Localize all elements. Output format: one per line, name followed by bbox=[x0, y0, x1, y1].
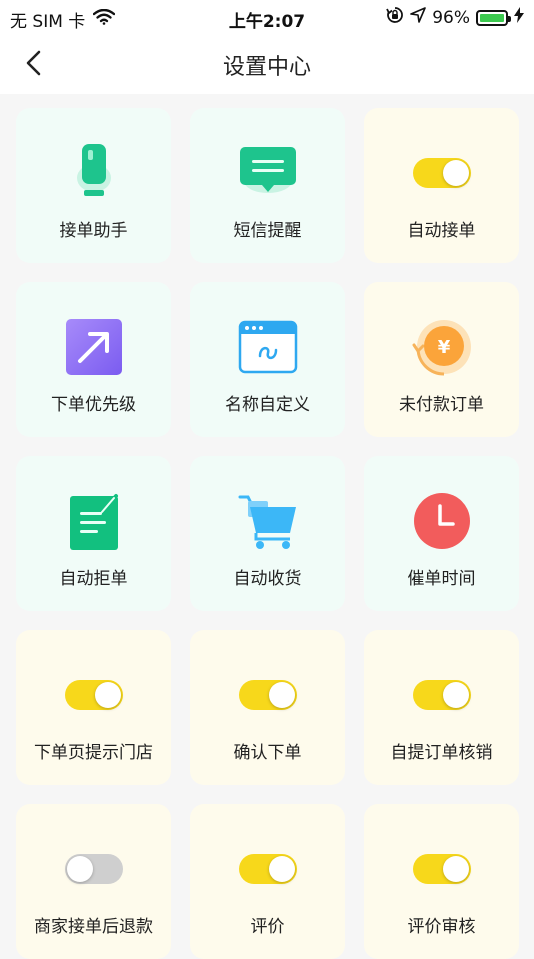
location-arrow-icon bbox=[410, 7, 427, 28]
card-label: 自动拒单 bbox=[59, 569, 128, 589]
charging-bolt-icon bbox=[514, 7, 524, 28]
settings-card-review[interactable]: 评价 bbox=[190, 804, 345, 959]
settings-card-order-priority[interactable]: 下单优先级 bbox=[16, 282, 171, 437]
settings-card-auto-reject[interactable]: 自动拒单 bbox=[16, 456, 171, 611]
card-label: 评价 bbox=[250, 917, 285, 937]
clock-icon bbox=[413, 493, 470, 549]
arrow-up-right-icon bbox=[65, 319, 122, 375]
confirm-order-toggle[interactable] bbox=[238, 680, 297, 710]
yuan-coin-icon: ¥ bbox=[412, 320, 471, 376]
settings-card-sms-reminder[interactable]: 短信提醒 bbox=[190, 108, 345, 263]
svg-text:¥: ¥ bbox=[437, 337, 450, 358]
card-label: 自动收货 bbox=[233, 569, 302, 589]
card-label: 下单页提示门店 bbox=[34, 743, 153, 763]
settings-card-show-store[interactable]: 下单页提示门店 bbox=[16, 630, 171, 785]
settings-card-custom-name[interactable]: 名称自定义 bbox=[190, 282, 345, 437]
browser-window-icon bbox=[238, 320, 297, 374]
card-label: 自动接单 bbox=[407, 221, 476, 241]
pickup-verify-toggle[interactable] bbox=[412, 680, 471, 710]
settings-card-auto-receive[interactable]: 自动收货 bbox=[190, 456, 345, 611]
refund-after-accept-toggle[interactable] bbox=[64, 854, 123, 884]
settings-card-review-audit[interactable]: 评价审核 bbox=[364, 804, 519, 959]
microphone-icon bbox=[76, 144, 111, 196]
show-store-toggle[interactable] bbox=[64, 680, 123, 710]
card-label: 确认下单 bbox=[233, 743, 302, 763]
settings-card-refund-after-accept[interactable]: 商家接单后退款 bbox=[16, 804, 171, 959]
card-label: 名称自定义 bbox=[225, 395, 310, 415]
review-toggle[interactable] bbox=[238, 854, 297, 884]
settings-card-unpaid-orders[interactable]: ¥ 未付款订单 bbox=[364, 282, 519, 437]
settings-card-pickup-verify[interactable]: 自提订单核销 bbox=[364, 630, 519, 785]
edit-document-icon bbox=[69, 494, 118, 550]
battery-icon bbox=[476, 9, 511, 26]
card-label: 短信提醒 bbox=[233, 221, 302, 241]
settings-card-reminder-time[interactable]: 催单时间 bbox=[364, 456, 519, 611]
settings-grid: 接单助手 短信提醒 自动接单 下单优先级 名称自定义 ¥ 未付款订单 自动拒单 … bbox=[16, 108, 520, 959]
card-label: 评价审核 bbox=[407, 917, 476, 937]
settings-card-order-assistant[interactable]: 接单助手 bbox=[16, 108, 171, 263]
nav-bar: 设置中心 bbox=[0, 34, 534, 94]
shopping-cart-icon bbox=[238, 495, 296, 549]
card-label: 未付款订单 bbox=[399, 395, 484, 415]
settings-card-auto-accept[interactable]: 自动接单 bbox=[364, 108, 519, 263]
card-label: 自提订单核销 bbox=[390, 743, 493, 763]
battery-percent: 96% bbox=[432, 7, 470, 28]
rotation-lock-icon bbox=[386, 6, 404, 29]
auto-accept-toggle[interactable] bbox=[412, 158, 471, 188]
card-label: 接单助手 bbox=[59, 221, 128, 241]
status-bar: 无 SIM 卡 上午2:07 96% bbox=[0, 0, 534, 34]
review-audit-toggle[interactable] bbox=[412, 854, 471, 884]
card-label: 催单时间 bbox=[407, 569, 476, 589]
settings-card-confirm-order[interactable]: 确认下单 bbox=[190, 630, 345, 785]
message-icon bbox=[239, 147, 296, 193]
card-label: 商家接单后退款 bbox=[34, 917, 153, 937]
card-label: 下单优先级 bbox=[51, 395, 136, 415]
page-title: 设置中心 bbox=[222, 55, 311, 80]
